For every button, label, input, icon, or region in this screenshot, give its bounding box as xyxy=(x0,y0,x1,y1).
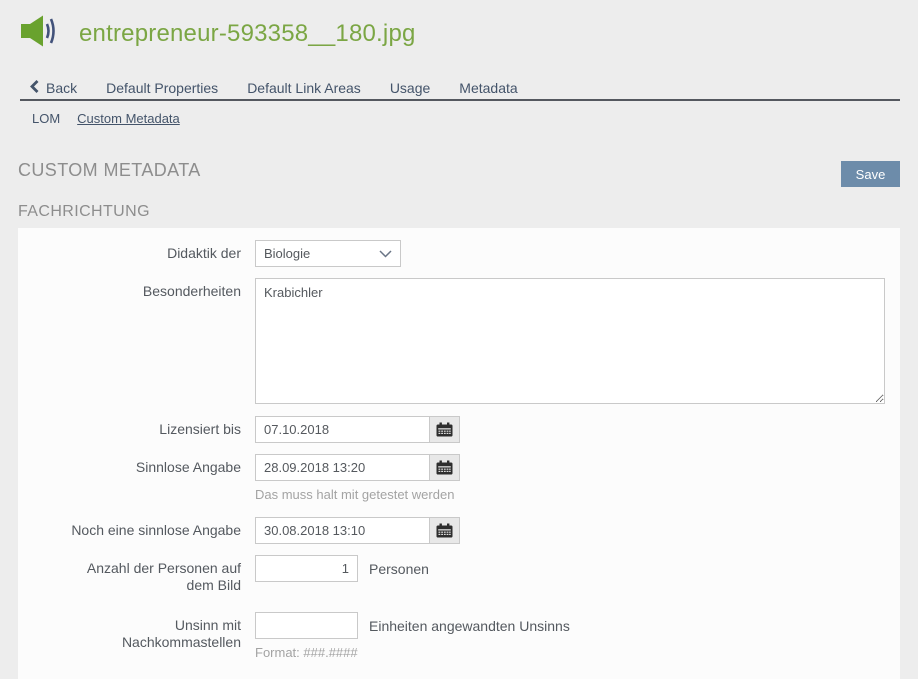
tab-lom[interactable]: LOM xyxy=(32,111,60,126)
page-title: entrepreneur-593358__180.jpg xyxy=(79,20,416,48)
nav-divider xyxy=(20,99,900,101)
field-unit-label: Personen xyxy=(369,561,429,577)
nav-metadata[interactable]: Metadata xyxy=(459,80,517,96)
field-label: Lizensiert bis xyxy=(18,416,255,443)
section-title: CUSTOM METADATA xyxy=(18,160,201,181)
besonderheiten-textarea[interactable]: Krabichler xyxy=(255,278,885,404)
field-label: Besonderheiten xyxy=(18,278,255,404)
anzahl-personen-input[interactable] xyxy=(255,555,358,582)
form-row-besonderheiten: Besonderheiten Krabichler xyxy=(18,278,900,404)
form-row-noch-eine-sinnlose-angabe: Noch eine sinnlose Angabe xyxy=(18,517,900,544)
toolbar-nav: Back Default Properties Default Link Are… xyxy=(30,80,518,96)
form-row-anzahl-personen: Anzahl der Personen auf dem Bild Persone… xyxy=(18,555,900,594)
noch-eine-sinnlose-angabe-input[interactable] xyxy=(255,517,430,544)
didaktik-select[interactable]: Biologie xyxy=(255,240,401,267)
field-label: Anzahl der Personen auf dem Bild xyxy=(18,555,255,594)
nav-usage[interactable]: Usage xyxy=(390,80,430,96)
tab-custom-metadata[interactable]: Custom Metadata xyxy=(77,111,180,126)
form-row-lizensiert-bis: Lizensiert bis xyxy=(18,416,900,443)
field-label: Didaktik der xyxy=(18,240,255,267)
form-row-didaktik: Didaktik der Biologie xyxy=(18,240,900,267)
chevron-left-icon xyxy=(30,80,39,96)
back-button[interactable]: Back xyxy=(30,80,77,96)
lizensiert-bis-input[interactable] xyxy=(255,416,430,443)
form-row-sinnlose-angabe: Sinnlose Angabe Da xyxy=(18,454,900,502)
breadcrumb: LOM Custom Metadata xyxy=(32,111,180,126)
asset-header: entrepreneur-593358__180.jpg xyxy=(20,14,416,53)
speaker-volume-icon xyxy=(20,14,60,53)
calendar-icon[interactable] xyxy=(429,517,460,544)
field-label: Noch eine sinnlose Angabe xyxy=(18,517,255,544)
field-label: Unsinn mit Nachkommastellen xyxy=(18,612,255,660)
calendar-icon[interactable] xyxy=(429,416,460,443)
save-button[interactable]: Save xyxy=(841,161,900,187)
unsinn-nachkommastellen-input[interactable] xyxy=(255,612,358,639)
group-title-fachrichtung: FACHRICHTUNG xyxy=(18,203,150,221)
field-unit-label: Einheiten angewandten Unsinns xyxy=(369,618,570,634)
field-label: Sinnlose Angabe xyxy=(18,454,255,502)
nav-default-properties[interactable]: Default Properties xyxy=(106,80,218,96)
chevron-down-icon xyxy=(379,246,392,261)
calendar-icon[interactable] xyxy=(429,454,460,481)
didaktik-selected-value: Biologie xyxy=(264,246,310,261)
form-row-unsinn-nachkommastellen: Unsinn mit Nachkommastellen Einheiten an… xyxy=(18,612,900,660)
field-helper-text: Das muss halt mit getestet werden xyxy=(255,487,460,502)
custom-metadata-form: Didaktik der Biologie Besonderheiten Kra… xyxy=(18,228,900,679)
sinnlose-angabe-input[interactable] xyxy=(255,454,430,481)
nav-default-link-areas[interactable]: Default Link Areas xyxy=(247,80,361,96)
field-format-hint: Format: ###.#### xyxy=(255,645,570,660)
